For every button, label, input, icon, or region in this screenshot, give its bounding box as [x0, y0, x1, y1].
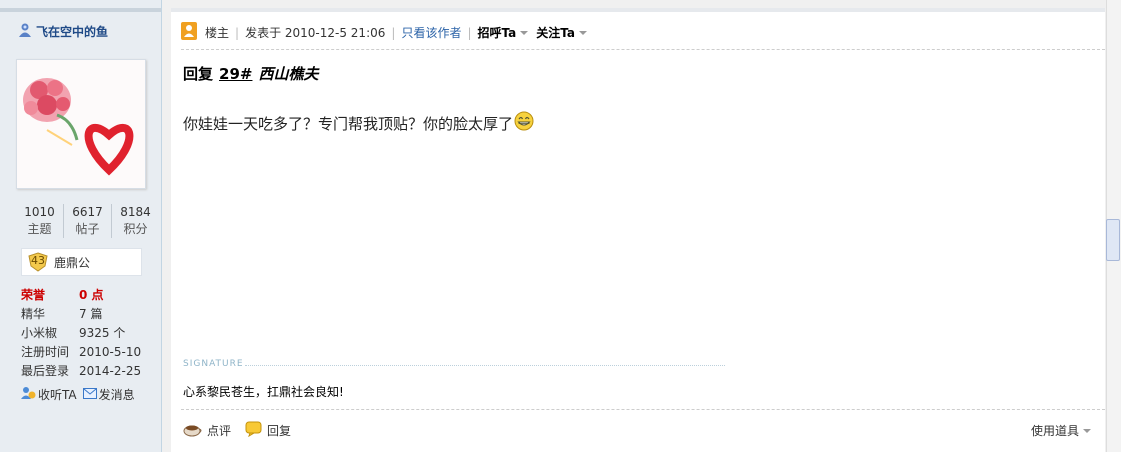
chevron-down-icon	[1083, 428, 1091, 433]
rank-title: 鹿鼎公	[54, 255, 91, 270]
chevron-down-icon	[579, 30, 587, 35]
post-content: 你娃娃一天吃多了？专门帮我顶贴？你的脸太厚了	[183, 111, 534, 135]
greet-dropdown[interactable]: 招呼Ta	[478, 24, 537, 41]
follow-user-icon	[20, 386, 36, 403]
stat-posts[interactable]: 6617 帖子	[64, 204, 112, 238]
post-panel: 楼主 | 发表于 2010-12-5 21:06 | 只看该作者 | 招呼Ta …	[171, 8, 1105, 452]
chevron-down-icon	[520, 30, 529, 35]
user-online-icon	[17, 22, 33, 41]
author-name-row[interactable]: 飞在空中的鱼	[17, 22, 108, 41]
footer-divider	[181, 409, 1105, 410]
scrollbar-thumb[interactable]	[1106, 219, 1120, 261]
info-honor: 荣誉 0 点	[21, 288, 104, 302]
rank-box: 43 鹿鼎公	[21, 248, 142, 276]
info-digest: 精华 7 篇	[21, 307, 103, 321]
sidebar-top-bar	[0, 8, 161, 12]
info-last-login: 最后登录 2014-2-25	[21, 363, 142, 379]
envelope-icon	[82, 387, 97, 402]
follow-button[interactable]: 收听TA	[20, 386, 77, 403]
only-author-link[interactable]: 只看该作者	[401, 24, 461, 41]
header-divider	[181, 49, 1105, 50]
tools-dropdown[interactable]: 使用道具	[1031, 422, 1091, 439]
info-register: 注册时间 2010-5-10	[21, 344, 142, 360]
follow-dropdown[interactable]: 关注Ta	[536, 24, 595, 41]
level-badge-icon: 43	[27, 252, 49, 272]
signature-divider	[245, 365, 725, 366]
author-info: 荣誉 0 点 精华 7 篇 小米椒 9325 个 注册时间 2010-5-10 最后登录…	[21, 285, 141, 380]
post-top-bar	[171, 8, 1105, 12]
info-pepper: 小米椒 9325 个	[21, 326, 126, 340]
comment-button[interactable]: 点评	[183, 421, 231, 440]
reply-floor-link[interactable]: 29#	[219, 65, 252, 83]
author-name[interactable]: 飞在空中的鱼	[36, 23, 108, 40]
grin-emoji-icon	[514, 111, 534, 135]
speech-bubble-icon	[245, 421, 263, 440]
author-actions: 收听TA 发消息	[20, 386, 135, 403]
stat-points[interactable]: 8184 积分	[112, 204, 159, 238]
reply-quote: 回复 29# 西山樵夫	[183, 65, 319, 83]
signature-label: SIGNATURE	[183, 359, 244, 369]
post-time: 发表于 2010-12-5 21:06	[245, 26, 386, 40]
signature-text: 心系黎民苍生，扛鼎社会良知!	[183, 385, 344, 399]
post-header: 楼主 | 发表于 2010-12-5 21:06 | 只看该作者 | 招呼Ta …	[181, 22, 595, 43]
author-stats: 1010 主题 6617 帖子 8184 积分	[16, 204, 159, 238]
message-button[interactable]: 发消息	[82, 386, 135, 403]
stat-topics[interactable]: 1010 主题	[16, 204, 64, 238]
reply-user: 西山樵夫	[258, 65, 319, 83]
avatar[interactable]	[16, 59, 146, 189]
reply-button[interactable]: 回复	[245, 421, 291, 440]
author-sidebar: 飞在空中的鱼 1010 主题 6617 帖子 8184 积分 43 鹿鼎公 荣誉 0 点…	[0, 0, 162, 452]
post-footer: 点评 回复	[183, 421, 291, 440]
coffee-cup-icon	[183, 421, 203, 440]
op-label: 楼主	[205, 26, 230, 40]
op-badge-icon	[181, 22, 197, 43]
